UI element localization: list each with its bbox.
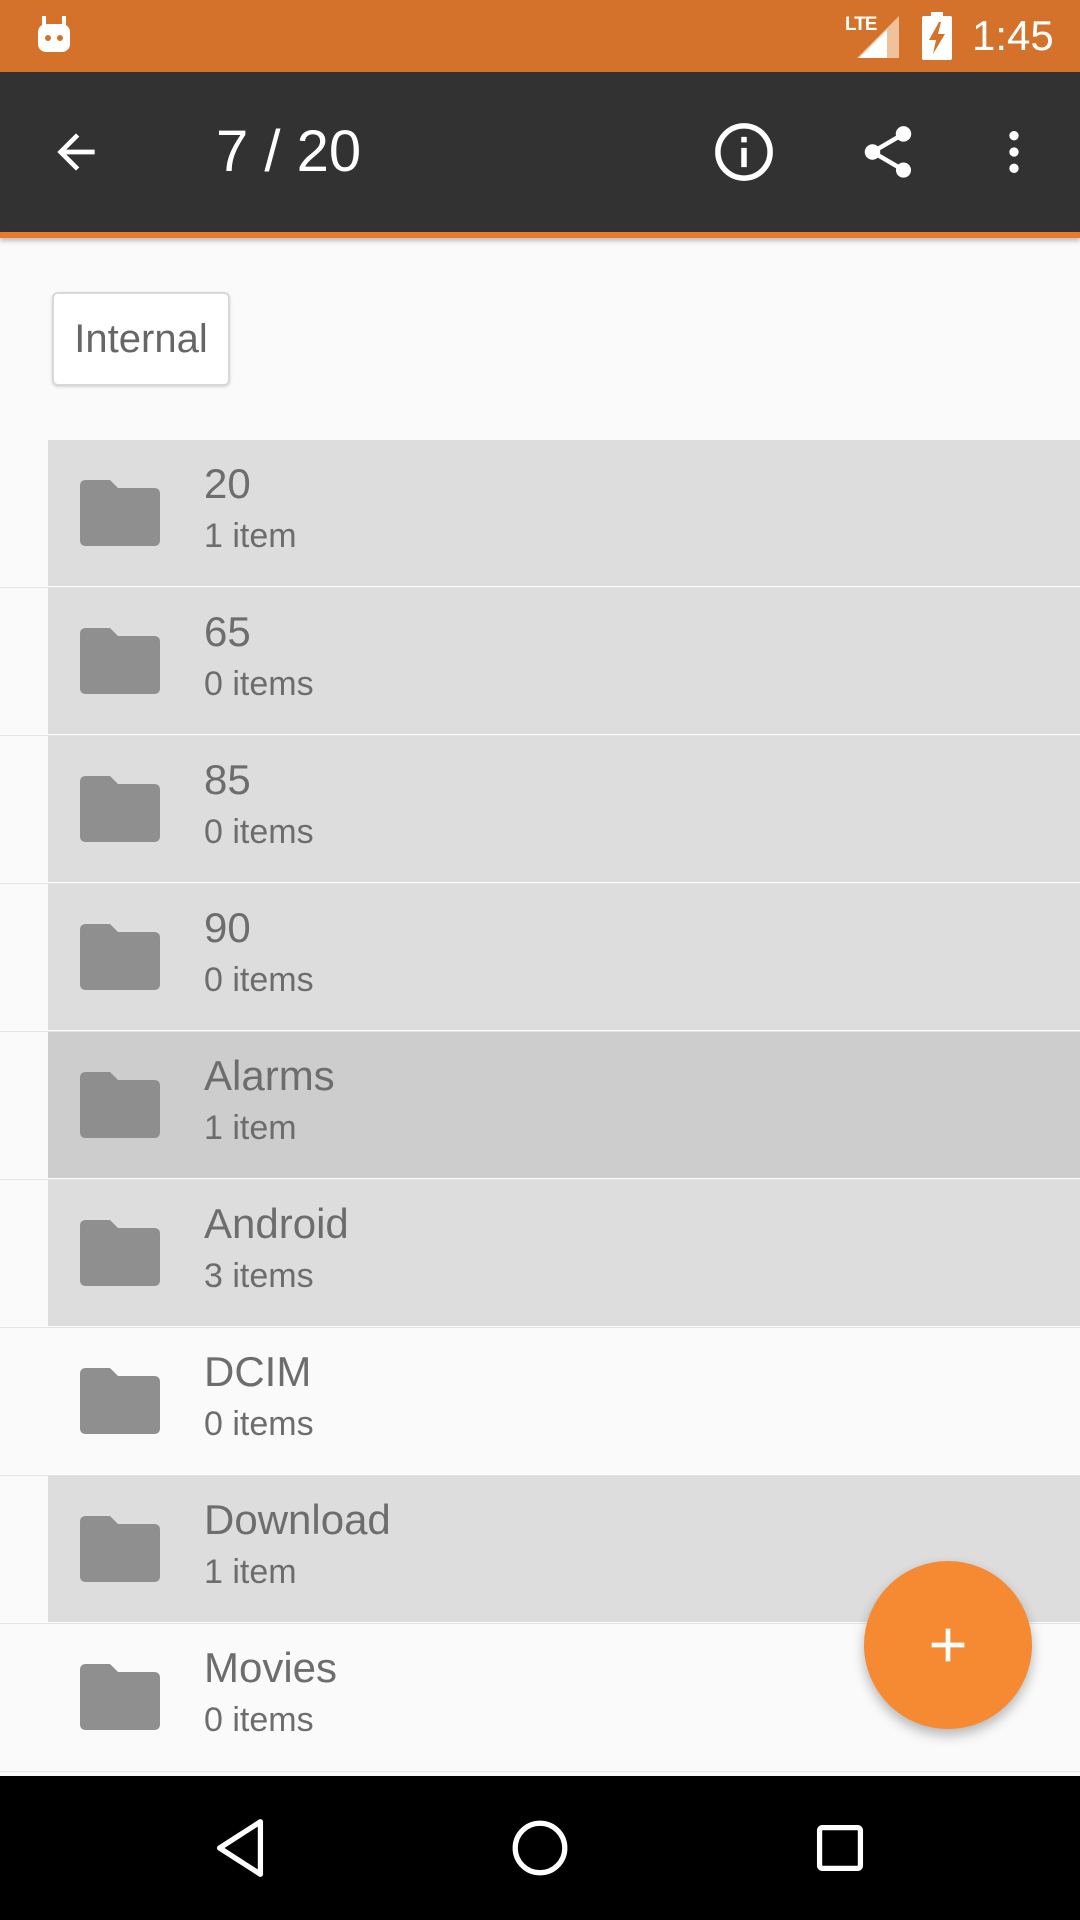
info-button[interactable] bbox=[696, 104, 792, 200]
nav-home-button[interactable] bbox=[490, 1798, 590, 1898]
back-button[interactable] bbox=[28, 104, 124, 200]
file-list-row[interactable]: Android 3 items bbox=[0, 1180, 1080, 1328]
folder-item-count: 1 item bbox=[204, 517, 297, 555]
row-selection-background bbox=[48, 1180, 1080, 1326]
folder-icon bbox=[80, 924, 160, 990]
folder-name: Movies bbox=[204, 1644, 338, 1691]
row-selection-background bbox=[48, 588, 1080, 734]
folder-item-count: 0 items bbox=[204, 1701, 314, 1739]
toolbar-accent-line bbox=[0, 232, 1080, 238]
more-vert-icon bbox=[1009, 131, 1019, 173]
more-options-button[interactable] bbox=[966, 104, 1062, 200]
row-selection-background bbox=[48, 1328, 1080, 1474]
nav-recents-square-icon bbox=[816, 1824, 864, 1872]
folder-name: 65 bbox=[204, 608, 251, 655]
folder-item-count: 0 items bbox=[204, 665, 314, 703]
share-icon bbox=[864, 126, 912, 178]
add-icon bbox=[931, 1628, 965, 1662]
row-selection-background bbox=[48, 440, 1080, 586]
folder-icon bbox=[80, 1516, 160, 1582]
folder-name: 20 bbox=[204, 460, 251, 507]
folder-item-count: 1 item bbox=[204, 1553, 297, 1591]
system-nav-bar bbox=[0, 1776, 1080, 1920]
folder-item-count: 0 items bbox=[204, 961, 314, 999]
selection-count-title: 7 / 20 bbox=[216, 119, 362, 184]
folder-icon bbox=[80, 776, 160, 842]
share-button[interactable] bbox=[840, 104, 936, 200]
row-selection-background bbox=[48, 736, 1080, 882]
folder-name: 85 bbox=[204, 756, 251, 803]
folder-icon bbox=[80, 1664, 160, 1730]
breadcrumb-internal[interactable]: Internal bbox=[52, 292, 230, 386]
status-bar: LTE 1:45 bbox=[0, 0, 1080, 72]
row-selection-background bbox=[48, 884, 1080, 1030]
android-notification-icon bbox=[38, 16, 70, 52]
clock: 1:45 bbox=[972, 12, 1054, 59]
folder-icon bbox=[80, 1072, 160, 1138]
folder-item-count: 3 items bbox=[204, 1257, 314, 1295]
folder-item-count: 0 items bbox=[204, 813, 314, 851]
folder-icon bbox=[80, 1220, 160, 1286]
folder-name: 90 bbox=[204, 904, 251, 951]
row-selection-background bbox=[48, 1032, 1080, 1178]
folder-item-count: 1 item bbox=[204, 1109, 297, 1147]
nav-back-triangle-icon bbox=[216, 1819, 264, 1877]
nav-home-circle-icon bbox=[512, 1820, 568, 1876]
folder-name: Android bbox=[204, 1200, 349, 1247]
back-arrow-icon bbox=[57, 133, 95, 171]
folder-icon bbox=[80, 628, 160, 694]
folder-name: DCIM bbox=[204, 1348, 312, 1395]
folder-item-count: 0 items bbox=[204, 1405, 314, 1443]
folder-name: Alarms bbox=[204, 1052, 335, 1099]
nav-back-button[interactable] bbox=[190, 1798, 290, 1898]
file-list-row[interactable]: 65 0 items bbox=[0, 588, 1080, 736]
file-list-row[interactable]: Alarms 1 item bbox=[0, 1032, 1080, 1180]
folder-icon bbox=[80, 480, 160, 546]
file-list-row[interactable]: 20 1 item bbox=[0, 440, 1080, 588]
nav-recents-button[interactable] bbox=[790, 1798, 890, 1898]
folder-name: Download bbox=[204, 1496, 391, 1543]
info-icon bbox=[715, 123, 773, 181]
screen: LTE 1:45 7 / 20 Internal 20 1 item 65 0 … bbox=[0, 0, 1080, 1920]
folder-icon bbox=[80, 1368, 160, 1434]
file-list-row[interactable]: DCIM 0 items bbox=[0, 1328, 1080, 1476]
file-list-row[interactable]: 85 0 items bbox=[0, 736, 1080, 884]
battery-charging-icon bbox=[922, 12, 952, 60]
cell-signal-icon bbox=[857, 16, 899, 58]
add-fab-button[interactable] bbox=[864, 1561, 1032, 1729]
app-toolbar: 7 / 20 bbox=[0, 72, 1080, 232]
file-list-row[interactable]: 90 0 items bbox=[0, 884, 1080, 1032]
